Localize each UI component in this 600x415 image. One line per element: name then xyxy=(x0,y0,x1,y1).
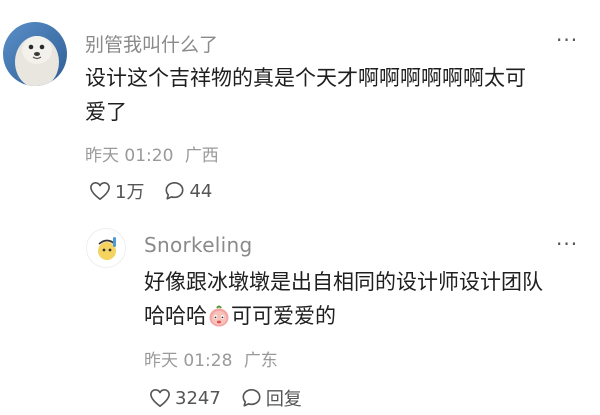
heart-icon xyxy=(150,389,170,407)
like-count: 1万 xyxy=(115,182,145,203)
peach-face-emoji-icon xyxy=(207,304,231,328)
comment-bubble-icon xyxy=(165,182,184,200)
user-avatar[interactable] xyxy=(3,22,67,86)
comment-meta: 昨天 01:28 广东 xyxy=(144,346,278,371)
comment-actions: 3247 回复 xyxy=(149,385,302,411)
comment-location: 广东 xyxy=(243,351,278,371)
comment-text: 好像跟冰墩墩是出自相同的设计师设计团队 哈哈哈 可可爱爱的 xyxy=(144,265,584,333)
reply-button[interactable]: 44 xyxy=(164,181,212,202)
seal-avatar-icon xyxy=(3,22,67,86)
comment-time: 昨天 01:20 xyxy=(85,146,174,166)
username[interactable]: 别管我叫什么了 xyxy=(85,30,218,57)
comment-text-part: 可可爱爱的 xyxy=(231,304,336,328)
comment-bubble-icon xyxy=(242,389,261,407)
comment-location: 广西 xyxy=(184,146,219,166)
like-button[interactable]: 1万 xyxy=(89,178,144,204)
comment-text: 设计这个吉祥物的真是个天才啊啊啊啊啊啊太可 爱了 xyxy=(85,61,585,129)
comment-meta: 昨天 01:20 广西 xyxy=(85,141,219,166)
more-options-button[interactable]: ··· xyxy=(556,28,578,52)
comment-text-line-2: 哈哈哈 可可爱爱的 xyxy=(144,299,584,333)
snorkel-avatar-icon xyxy=(87,229,125,267)
comment-text-line: 设计这个吉祥物的真是个天才啊啊啊啊啊啊太可 xyxy=(85,66,526,90)
reply-label: 回复 xyxy=(265,389,302,410)
user-avatar[interactable] xyxy=(86,228,126,268)
username[interactable]: Snorkeling xyxy=(144,233,253,257)
comment-text-part: 哈哈哈 xyxy=(144,304,207,328)
comment-text-line: 爱了 xyxy=(85,100,127,124)
reply-button[interactable]: 回复 xyxy=(241,385,302,411)
like-button[interactable]: 3247 xyxy=(149,388,221,409)
comment-text-line: 好像跟冰墩墩是出自相同的设计师设计团队 xyxy=(144,270,543,294)
reply-count: 44 xyxy=(189,180,213,202)
reply-item: Snorkeling ··· 好像跟冰墩墩是出自相同的设计师设计团队 哈哈哈 可… xyxy=(0,222,600,415)
heart-icon xyxy=(90,182,110,200)
comment-actions: 1万 44 xyxy=(89,178,212,204)
comment-time: 昨天 01:28 xyxy=(144,351,233,371)
like-count: 3247 xyxy=(175,387,221,409)
comment-item: 别管我叫什么了 ··· 设计这个吉祥物的真是个天才啊啊啊啊啊啊太可 爱了 昨天 … xyxy=(0,0,600,215)
more-options-button[interactable]: ··· xyxy=(556,232,578,256)
